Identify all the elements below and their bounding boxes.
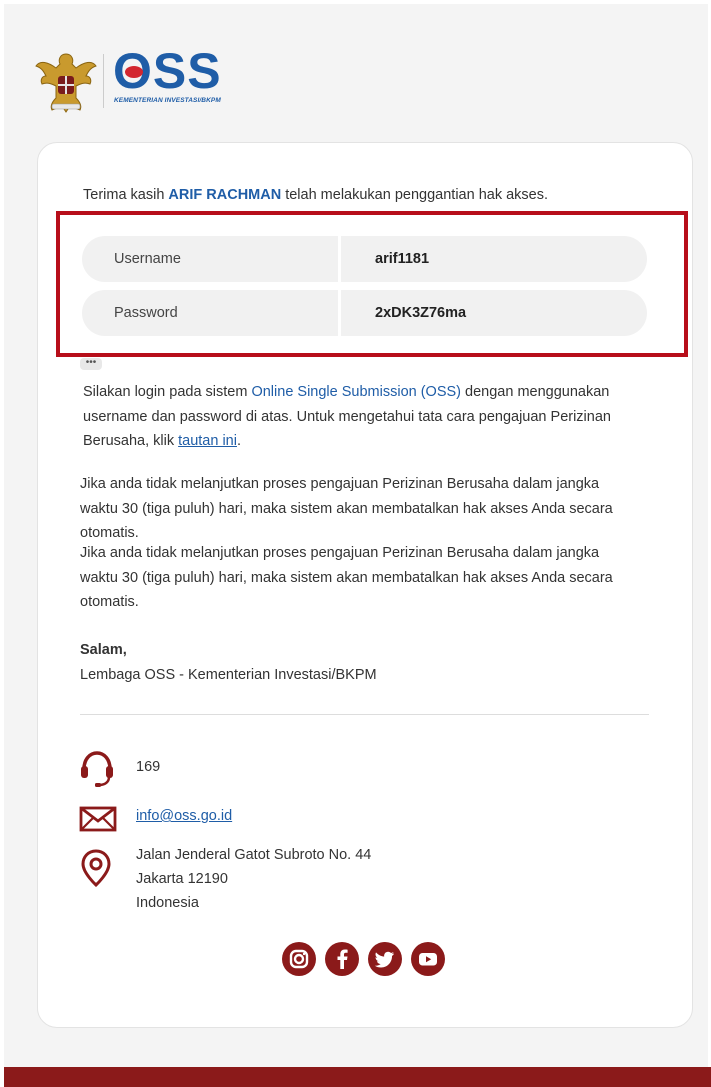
- email-contact: info@oss.go.id: [136, 804, 232, 828]
- oss-subtitle: KEMENTERIAN INVESTASI/BKPM: [114, 97, 221, 104]
- credential-row-password: Password 2xDK3Z76ma: [82, 290, 647, 336]
- garuda-emblem-icon: [35, 53, 97, 113]
- login-text: Berusaha, klik: [83, 433, 179, 449]
- login-text: username dan password di atas. Untuk men…: [83, 408, 611, 425]
- address-line: Indonesia: [136, 895, 199, 911]
- phone-number: 169: [136, 759, 161, 775]
- divider: [80, 714, 649, 715]
- oss-logo: OSS KEMENTERIAN INVESTASI/BKPM: [34, 46, 254, 114]
- login-text: Silakan login pada sistem: [83, 384, 252, 400]
- warning-text: Jika anda tidak melanjutkan proses penga…: [80, 476, 600, 492]
- warning-text: otomatis.: [80, 594, 139, 610]
- greeting-prefix: Terima kasih: [83, 187, 169, 203]
- expiry-warning-1: Jika anda tidak melanjutkan proses penga…: [80, 472, 613, 546]
- login-text: dengan menggunakan: [461, 384, 610, 400]
- address-line: Jakarta 12190: [136, 871, 228, 887]
- credential-value: arif1181: [341, 236, 647, 282]
- login-text: .: [236, 433, 241, 449]
- email-link[interactable]: info@oss.go.id: [136, 808, 232, 824]
- envelope-icon: [79, 806, 117, 832]
- oss-red-dot-icon: [125, 66, 143, 78]
- organization-name: Lembaga OSS - Kementerian Investasi/BKPM: [80, 666, 377, 683]
- credential-row-username: Username arif1181: [82, 236, 647, 282]
- credential-label: Password: [82, 290, 338, 336]
- signoff: Salam, Lembaga OSS - Kementerian Investa…: [80, 638, 377, 687]
- login-instructions: Silakan login pada sistem Online Single …: [83, 380, 611, 454]
- headset-icon: [81, 751, 113, 787]
- credential-value: 2xDK3Z76ma: [341, 290, 647, 336]
- warning-text: waktu 30 (tiga puluh) hari, maka sistem …: [80, 500, 613, 517]
- twitter-icon[interactable]: [368, 942, 402, 976]
- address-line: Jalan Jenderal Gatot Subroto No. 44: [136, 847, 372, 863]
- address: Jalan Jenderal Gatot Subroto No. 44 Jaka…: [136, 843, 371, 915]
- credential-label: Username: [82, 236, 338, 282]
- recipient-name: ARIF RACHMAN: [168, 187, 282, 203]
- facebook-icon[interactable]: [325, 942, 359, 976]
- show-more-button[interactable]: •••: [80, 358, 102, 370]
- logo-separator: [103, 54, 104, 108]
- oss-name-highlight: Online Single Submission (OSS): [251, 384, 462, 400]
- guide-link[interactable]: tautan ini: [178, 433, 237, 449]
- greeting-suffix: telah melakukan penggantian hak akses.: [281, 187, 549, 203]
- warning-text: waktu 30 (tiga puluh) hari, maka sistem …: [80, 569, 613, 586]
- greeting-text: Terima kasih ARIF RACHMAN telah melakuka…: [83, 187, 548, 203]
- salutation: Salam,: [80, 642, 127, 658]
- warning-text: Jika anda tidak melanjutkan proses penga…: [80, 545, 600, 561]
- expiry-warning-2: Jika anda tidak melanjutkan proses penga…: [80, 541, 613, 615]
- footer-bar: [4, 1067, 711, 1087]
- instagram-icon[interactable]: [282, 942, 316, 976]
- map-pin-icon: [81, 849, 111, 888]
- youtube-icon[interactable]: [411, 942, 445, 976]
